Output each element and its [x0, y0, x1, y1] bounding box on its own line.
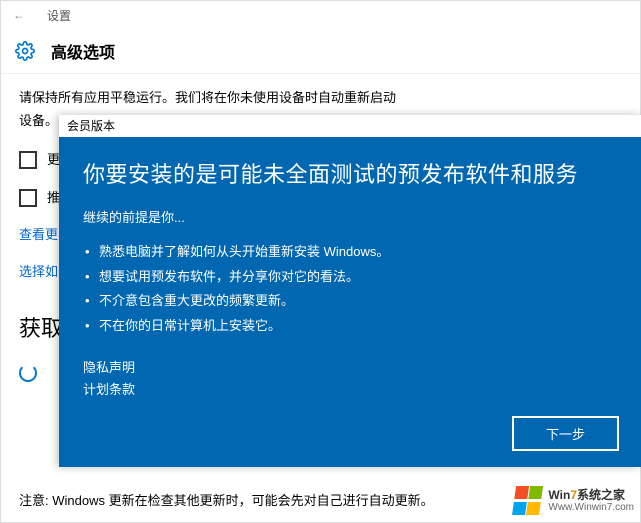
gear-icon: [15, 41, 35, 61]
dialog-bullet-list: 熟悉电脑并了解如何从头开始重新安装 Windows。 想要试用预发布软件，并分享…: [83, 240, 617, 339]
intro-text-1: 请保持所有应用平稳运行。我们将在你未使用设备时自动重新启动: [19, 88, 622, 109]
watermark-title-suffix: 系统之家: [577, 488, 625, 502]
loading-spinner-icon: [19, 364, 37, 382]
watermark-title-seven: 7: [570, 488, 577, 502]
dialog-heading: 你要安装的是可能未全面测试的预发布软件和服务: [83, 157, 617, 189]
watermark: Win7系统之家 Www.Winwin7.com: [514, 486, 634, 516]
breadcrumb: 设置: [47, 7, 71, 24]
dialog-bullet: 不介意包含重大更改的频繁更新。: [85, 289, 617, 314]
dialog-bullet: 熟悉电脑并了解如何从头开始重新安装 Windows。: [85, 240, 617, 265]
dialog-bullet: 想要试用预发布软件，并分享你对它的看法。: [85, 265, 617, 290]
watermark-url: Www.Winwin7.com: [548, 502, 634, 513]
checkbox-2[interactable]: [19, 189, 37, 207]
dialog-body: 你要安装的是可能未全面测试的预发布软件和服务 继续的前提是你... 熟悉电脑并了…: [59, 137, 641, 401]
link-privacy[interactable]: 隐私声明: [83, 357, 617, 379]
window-header: ← 设置: [1, 1, 640, 29]
checkbox-1[interactable]: [19, 151, 37, 169]
link-terms[interactable]: 计划条款: [83, 379, 617, 401]
windows-logo-icon: [512, 486, 546, 516]
next-button[interactable]: 下一步: [512, 416, 619, 451]
page-title: 高级选项: [51, 39, 115, 63]
page-header: 高级选项: [1, 29, 640, 69]
dialog-titlebar: 会员版本: [59, 115, 641, 137]
dialog-subtitle: 继续的前提是你...: [83, 207, 617, 226]
watermark-title-prefix: Win: [548, 488, 570, 502]
insider-dialog: 会员版本 你要安装的是可能未全面测试的预发布软件和服务 继续的前提是你... 熟…: [59, 115, 641, 467]
back-icon[interactable]: ←: [9, 8, 29, 22]
dialog-bullet: 不在你的日常计算机上安装它。: [85, 314, 617, 339]
